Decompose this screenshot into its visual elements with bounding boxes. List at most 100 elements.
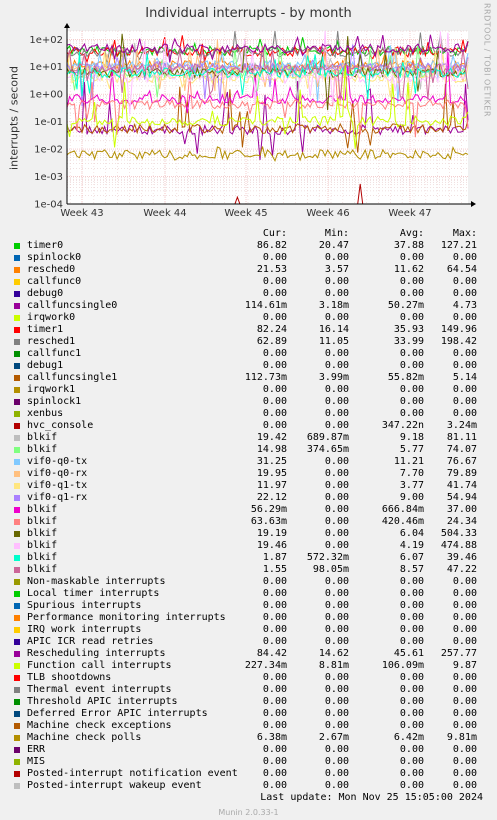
legend-swatch [14, 447, 20, 453]
legend-series-name: callfunc0 [27, 276, 82, 287]
legend-min-value: 20.47 [318, 240, 349, 251]
legend-series-name: xenbus [27, 408, 64, 419]
legend-row: IRQ work interrupts 0.00 0.00 0.00 0.00 [0, 624, 497, 636]
legend-series-name: callfuncsingle0 [27, 300, 118, 311]
legend-cur-value: 0.00 [262, 636, 287, 647]
legend-cur-value: 0.00 [262, 780, 287, 791]
legend-swatch [14, 591, 20, 597]
legend-series-name: resched1 [27, 336, 76, 347]
legend-swatch [14, 411, 20, 417]
legend-swatch [14, 519, 20, 525]
legend-min-value: 0.00 [324, 252, 349, 263]
legend-max-value: 24.34 [446, 516, 477, 527]
legend-series-name: Posted-interrupt notification event [27, 768, 238, 779]
legend-max-value: 474.88 [440, 540, 477, 551]
legend-max-value: 0.00 [452, 360, 477, 371]
legend-max-value: 0.00 [452, 588, 477, 599]
legend-series-name: timer0 [27, 240, 64, 251]
legend-series-name: blkif [27, 552, 58, 563]
legend-swatch [14, 327, 20, 333]
y-tick-label: 1e+02 [29, 35, 63, 46]
legend-min-value: 0.00 [324, 480, 349, 491]
legend-series-name: Function call interrupts [27, 660, 172, 671]
x-axis-arrow [471, 201, 476, 207]
legend-cur-value: 0.00 [262, 756, 287, 767]
legend-swatch [14, 567, 20, 573]
x-tick-label: Week 44 [143, 208, 186, 219]
legend-cur-value: 0.00 [262, 768, 287, 779]
legend-max-value: 64.54 [446, 264, 477, 275]
legend-min-value: 0.00 [324, 780, 349, 791]
legend-min-value: 0.00 [324, 636, 349, 647]
legend-max-value: 54.94 [446, 492, 477, 503]
legend-min-value: 0.00 [324, 768, 349, 779]
legend-row: Thermal event interrupts 0.00 0.00 0.00 0.00 [0, 684, 497, 696]
legend-series-name: Threshold APIC interrupts [27, 696, 178, 707]
legend-min-value: 0.00 [324, 504, 349, 515]
legend-swatch [14, 387, 20, 393]
legend-swatch [14, 735, 20, 741]
legend-row: debug0 0.00 0.00 0.00 0.00 [0, 288, 497, 300]
legend-row: timer1 82.24 16.14 35.93 149.96 [0, 324, 497, 336]
legend-series-name: Thermal event interrupts [27, 684, 172, 695]
legend-row: Machine check polls 6.38m 2.67m 6.42m 9.81m [0, 732, 497, 744]
legend-max-value: 0.00 [452, 600, 477, 611]
legend-min-value: 0.00 [324, 288, 349, 299]
legend-cur-value: 0.00 [262, 588, 287, 599]
legend-max-value: 504.33 [440, 528, 477, 539]
legend-row: Spurious interrupts 0.00 0.00 0.00 0.00 [0, 600, 497, 612]
legend-row: blkif 1.55 98.05m 8.57 47.22 [0, 564, 497, 576]
legend-series-name: Machine check exceptions [27, 720, 172, 731]
legend-row: resched0 21.53 3.57 11.62 64.54 [0, 264, 497, 276]
legend-series-name: vif0-q0-tx [27, 456, 88, 467]
legend-cur-value: 1.87 [262, 552, 287, 563]
legend-min-value: 0.00 [324, 408, 349, 419]
legend-max-value: 37.00 [446, 504, 477, 515]
legend-cur-value: 0.00 [262, 312, 287, 323]
legend-max-value: 0.00 [452, 708, 477, 719]
legend-min-value: 0.00 [324, 396, 349, 407]
legend-cur-value: 19.95 [256, 468, 287, 479]
y-tick-label: 1e-03 [34, 172, 63, 183]
legend-row: callfuncsingle0 114.61m 3.18m 50.27m 4.73 [0, 300, 497, 312]
legend-series-name: Performance monitoring interrupts [27, 612, 226, 623]
legend-max-value: 76.67 [446, 456, 477, 467]
legend-series-name: APIC ICR read retries [27, 636, 154, 647]
legend-max-value: 0.00 [452, 408, 477, 419]
x-tick-label: Week 45 [224, 208, 267, 219]
legend-cur-value: 11.97 [256, 480, 287, 491]
legend-row: blkif 63.63m 0.00 420.46m 24.34 [0, 516, 497, 528]
legend-max-value: 0.00 [452, 348, 477, 359]
legend-swatch [14, 243, 20, 249]
legend-row: debug1 0.00 0.00 0.00 0.00 [0, 360, 497, 372]
legend-cur-value: 0.00 [262, 384, 287, 395]
legend-cur-value: 112.73m [244, 372, 287, 383]
legend-swatch [14, 339, 20, 345]
legend-max-value: 0.00 [452, 312, 477, 323]
legend-swatch [14, 351, 20, 357]
legend-min-value: 0.00 [324, 540, 349, 551]
legend-row: blkif 19.19 0.00 6.04 504.33 [0, 528, 497, 540]
legend-max-value: 0.00 [452, 744, 477, 755]
legend-max-value: 0.00 [452, 384, 477, 395]
legend-cur-value: 0.00 [262, 396, 287, 407]
legend-min-value: 0.00 [324, 720, 349, 731]
legend-swatch [14, 675, 20, 681]
legend-row: Machine check exceptions 0.00 0.00 0.00 0.00 [0, 720, 497, 732]
legend-cur-value: 0.00 [262, 624, 287, 635]
legend-swatch [14, 771, 20, 777]
legend-min-value: 3.18m [318, 300, 349, 311]
legend-cur-value: 56.29m [250, 504, 287, 515]
legend-cur-value: 1.55 [262, 564, 287, 575]
legend-swatch [14, 759, 20, 765]
legend-swatch [14, 699, 20, 705]
legend-row: callfunc0 0.00 0.00 0.00 0.00 [0, 276, 497, 288]
legend-series-name: spinlock1 [27, 396, 82, 407]
legend-series-name: vif0-q1-rx [27, 492, 88, 503]
legend-row: APIC ICR read retries 0.00 0.00 0.00 0.00 [0, 636, 497, 648]
legend-cur-value: 0.00 [262, 612, 287, 623]
legend-swatch [14, 639, 20, 645]
legend-series-name: MIS [27, 756, 46, 767]
legend-min-value: 0.00 [324, 456, 349, 467]
legend-cur-value: 84.42 [256, 648, 287, 659]
